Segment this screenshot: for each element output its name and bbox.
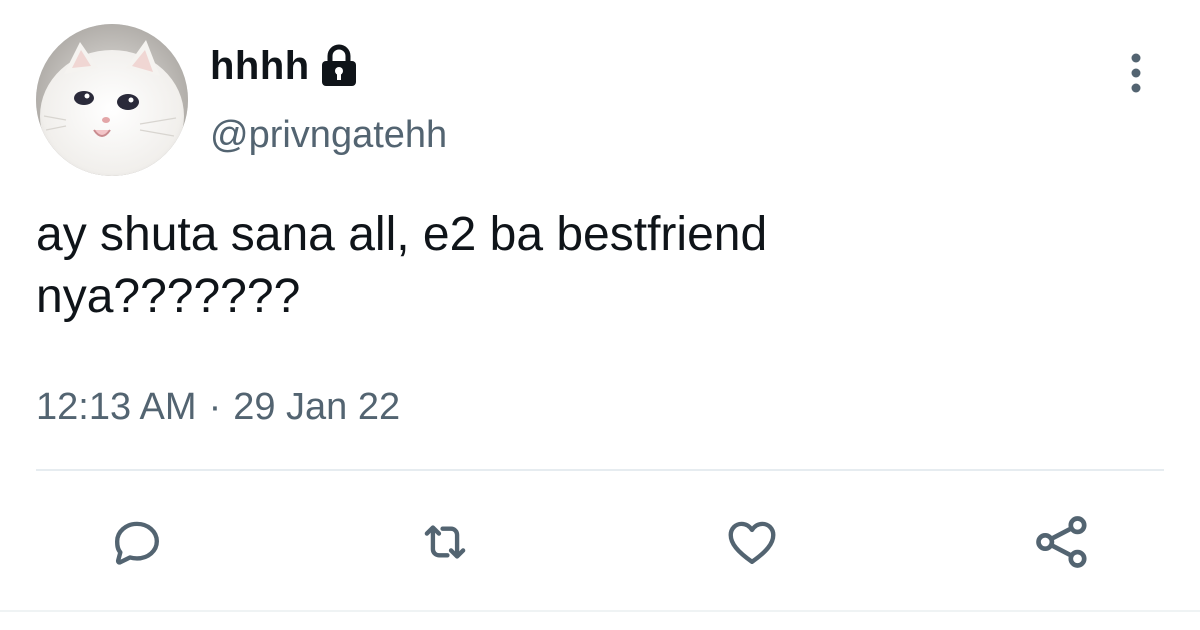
- tweet-card: hhhh @privngatehh ay shuta sana all, e2 …: [0, 0, 1200, 630]
- avatar[interactable]: [36, 24, 188, 176]
- tweet-time: 12:13 AM: [36, 386, 197, 428]
- display-name[interactable]: hhhh: [210, 44, 310, 89]
- bottom-divider: [0, 610, 1200, 612]
- share-button[interactable]: [1030, 510, 1094, 574]
- heart-icon: [728, 521, 776, 564]
- author-handle[interactable]: @privngatehh: [210, 114, 447, 157]
- reply-icon: [115, 521, 159, 565]
- author-row: hhhh: [210, 40, 360, 92]
- divider: [36, 469, 1164, 471]
- tweet-date: 29 Jan 22: [233, 386, 401, 428]
- more-vertical-icon[interactable]: [1118, 50, 1154, 96]
- reply-button[interactable]: [105, 510, 169, 574]
- lock-icon: [318, 44, 360, 88]
- retweet-icon: [424, 525, 466, 559]
- tweet-timestamp[interactable]: 12:13 AM · 29 Jan 22: [36, 386, 400, 429]
- like-button[interactable]: [720, 510, 784, 574]
- tweet-text: ay shuta sana all, e2 ba bestfriend nya?…: [36, 208, 768, 323]
- timestamp-separator: ·: [208, 386, 222, 428]
- retweet-button[interactable]: [413, 510, 477, 574]
- crying-cat-avatar-icon: [36, 24, 188, 176]
- share-icon: [1036, 516, 1087, 568]
